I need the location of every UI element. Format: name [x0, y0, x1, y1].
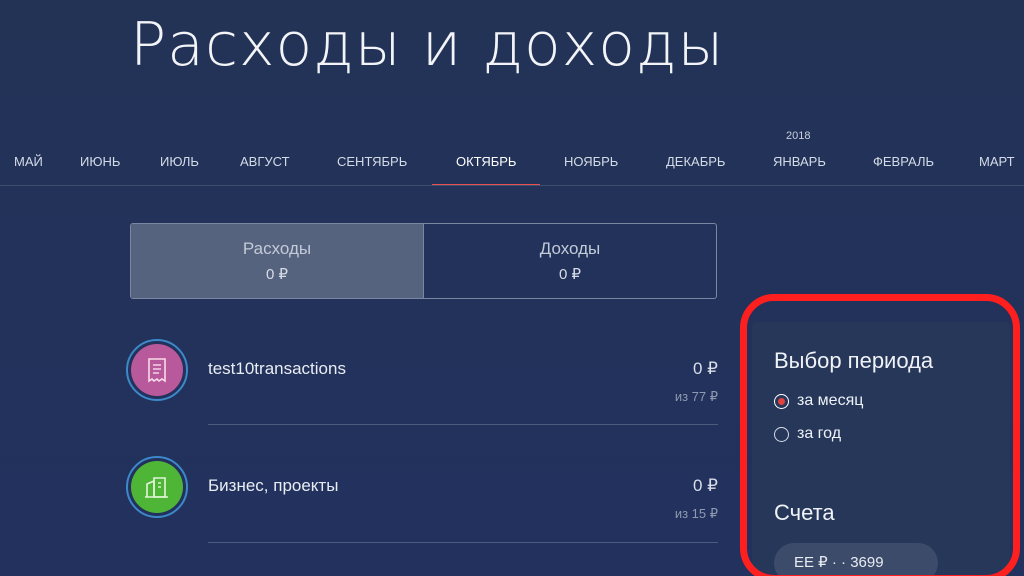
month-tabs-divider [0, 185, 1024, 186]
expenses-toggle-button[interactable]: Расходы 0 ₽ [131, 224, 423, 298]
month-tabs: МАЙ ИЮНЬ ИЮЛЬ АВГУСТ СЕНТЯБРЬ ОКТЯБРЬ НО… [0, 148, 1024, 186]
list-divider [208, 542, 718, 543]
receipt-icon [131, 344, 183, 396]
category-name: test10transactions [208, 359, 346, 378]
income-toggle-button[interactable]: Доходы 0 ₽ [423, 224, 716, 298]
category-item[interactable]: test10transactions 0 ₽ из 77 ₽ [126, 339, 718, 409]
expense-income-toggle: Расходы 0 ₽ Доходы 0 ₽ [130, 223, 717, 299]
category-item[interactable]: Бизнес, проекты 0 ₽ из 15 ₽ [126, 456, 718, 526]
category-icon-ring [126, 456, 188, 518]
income-label: Доходы [539, 239, 601, 258]
tab-month-july[interactable]: ИЮЛЬ [160, 154, 199, 169]
page-title: Расходы и доходы [130, 10, 725, 80]
building-icon [131, 461, 183, 513]
period-option-month[interactable]: за месяц [774, 392, 863, 410]
tab-month-march[interactable]: МАРТ [979, 154, 1015, 169]
tab-month-august[interactable]: АВГУСТ [240, 154, 290, 169]
tab-month-september[interactable]: СЕНТЯБРЬ [337, 154, 407, 169]
list-divider [208, 424, 718, 425]
tab-month-may[interactable]: МАЙ [14, 154, 43, 169]
category-amount: 0 ₽ [693, 476, 718, 495]
period-option-year[interactable]: за год [774, 425, 841, 443]
tab-month-october[interactable]: ОКТЯБРЬ [456, 154, 516, 169]
period-title: Выбор периода [774, 348, 934, 373]
category-icon-ring [126, 339, 188, 401]
radio-unchecked-icon[interactable] [774, 426, 789, 442]
account-chip[interactable]: ЕЕ ₽ · · 3699 [774, 543, 938, 576]
expenses-value: 0 ₽ [265, 266, 289, 283]
tab-month-december[interactable]: ДЕКАБРЬ [666, 154, 725, 169]
radio-checked-icon[interactable] [774, 393, 789, 409]
tab-month-february[interactable]: ФЕВРАЛЬ [873, 154, 934, 169]
tab-month-january[interactable]: ЯНВАРЬ [773, 154, 826, 169]
expenses-label: Расходы [242, 239, 312, 258]
category-limit: из 77 ₽ [674, 389, 718, 404]
category-amount: 0 ₽ [693, 359, 718, 378]
tab-month-june[interactable]: ИЮНЬ [80, 154, 120, 169]
tab-month-november[interactable]: НОЯБРЬ [564, 154, 618, 169]
year-label: 2018 [786, 130, 811, 142]
category-name: Бизнес, проекты [208, 476, 339, 495]
period-option-label: за год [797, 425, 842, 442]
period-option-label: за месяц [797, 392, 864, 409]
accounts-title: Счета [774, 500, 835, 525]
income-value: 0 ₽ [558, 266, 582, 283]
category-limit: из 15 ₽ [674, 506, 718, 521]
filter-panel: Выбор периода за месяц за год Счета ЕЕ ₽… [752, 322, 1010, 576]
